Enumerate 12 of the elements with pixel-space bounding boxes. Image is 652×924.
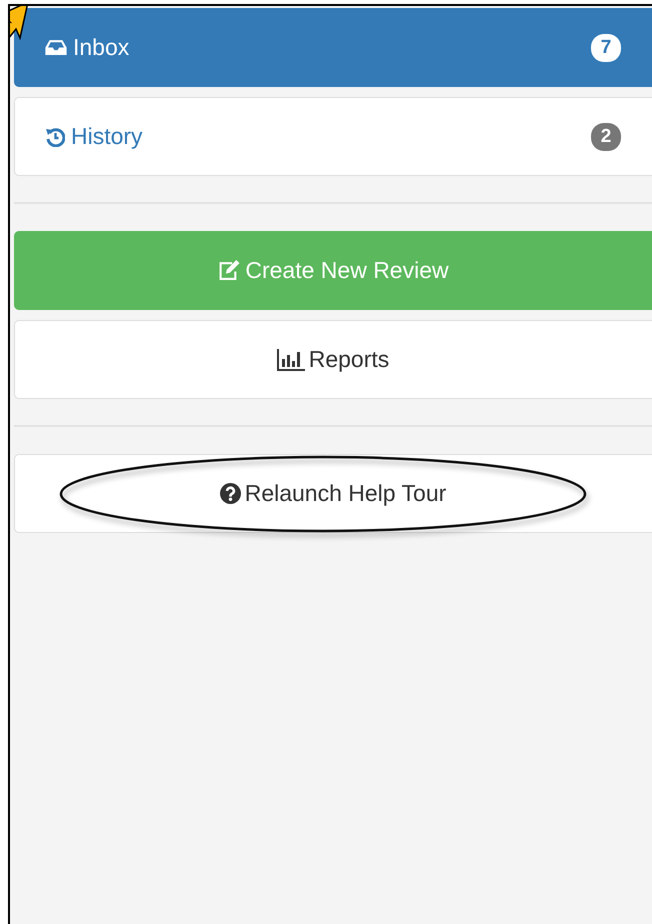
action-button[interactable]: Reports — [14, 320, 652, 399]
action-button[interactable]: Relaunch Help Tour — [14, 454, 652, 533]
count-badge: 2 — [591, 122, 621, 150]
help-icon — [220, 483, 241, 504]
inbox-icon — [45, 39, 67, 56]
count-badge: 7 — [591, 34, 621, 62]
action-button[interactable]: Create New Review — [14, 231, 652, 310]
history-icon — [45, 126, 65, 146]
nav-item[interactable]: History 2 — [14, 97, 652, 176]
nav-item[interactable]: Inbox 7 — [14, 8, 652, 87]
edit-icon — [217, 260, 242, 281]
bar-chart-icon — [276, 348, 305, 370]
